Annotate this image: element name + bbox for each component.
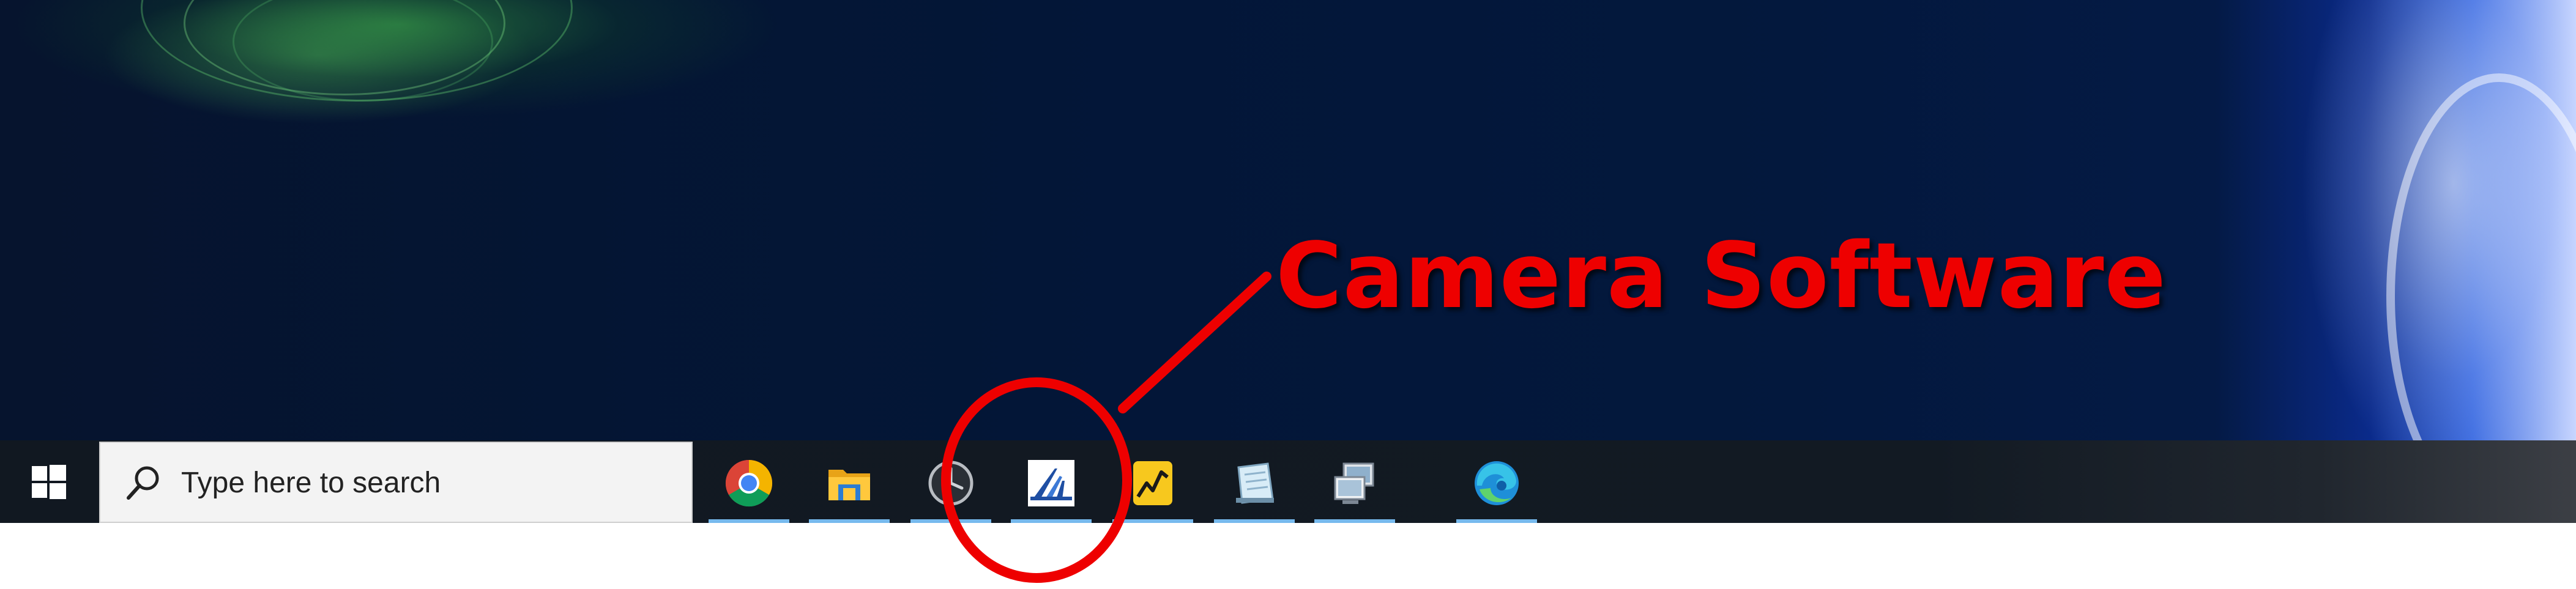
search-placeholder: Type here to search [181, 467, 441, 499]
camera-software-icon [1028, 460, 1074, 506]
running-indicator [1214, 519, 1295, 523]
running-indicator [1011, 519, 1092, 523]
desktop-wallpaper [0, 0, 2576, 440]
edge-icon [1475, 461, 1519, 505]
running-indicator [910, 519, 991, 523]
running-indicator [809, 519, 890, 523]
notepad-app-icon [1236, 462, 1274, 504]
taskbar-app-file-explorer[interactable] [809, 440, 890, 523]
search-box[interactable]: Type here to search [99, 442, 693, 523]
windows-logo-icon [32, 464, 66, 499]
taskbar-app-chrome[interactable] [709, 440, 789, 523]
running-indicator [1314, 519, 1395, 523]
taskbar-app-network-computers[interactable] [1314, 440, 1395, 523]
chrome-icon [725, 459, 773, 507]
start-button[interactable] [0, 440, 98, 523]
search-icon [127, 466, 159, 500]
running-indicator [1456, 519, 1537, 523]
taskbar-app-notepad[interactable] [1214, 440, 1295, 523]
taskbar: Type here to search [0, 440, 2576, 523]
clock-app-icon [928, 461, 973, 506]
yellow-graph-app-icon [1133, 461, 1172, 505]
taskbar-app-edge[interactable] [1456, 440, 1537, 523]
running-indicator [1112, 519, 1193, 523]
file-explorer-icon [828, 470, 870, 500]
taskbar-app-camera-software[interactable] [1011, 440, 1092, 523]
running-indicator [709, 519, 789, 523]
network-computers-icon [1334, 462, 1374, 504]
annotation-label: Camera Software [1276, 223, 2167, 328]
taskbar-app-clock[interactable] [910, 440, 991, 523]
taskbar-app-yellow-graph[interactable] [1112, 440, 1193, 523]
